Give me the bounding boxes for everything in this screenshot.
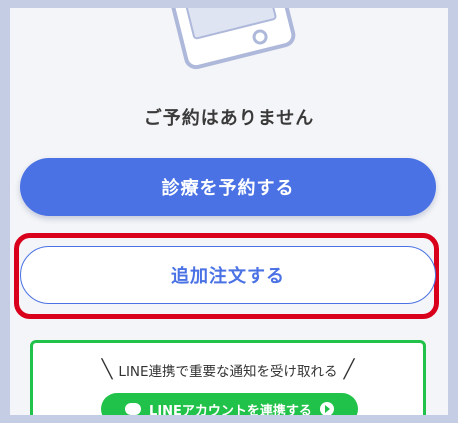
empty-state-message: ご予約はありません [143, 108, 315, 129]
line-link-button-label: LINEアカウントを連携する [149, 403, 312, 416]
line-link-panel: ╲ LINE連携で重要な通知を受け取れる ╱ LINEアカウントを連携する [30, 340, 426, 415]
caption-left-slash: ╲ [101, 359, 113, 380]
additional-order-button[interactable]: 追加注文する [20, 246, 436, 304]
line-caption-text: LINE連携で重要な通知を受け取れる [118, 363, 338, 380]
arrow-circle-icon [319, 402, 334, 415]
line-chat-icon [125, 403, 142, 415]
reserve-button-label: 診療を予約する [161, 178, 295, 199]
smartphone-illustration-icon [167, 8, 296, 70]
app-frame: ご予約はありません 診療を予約する 追加注文する ╲ LINE連携で重要な通知を… [10, 8, 448, 415]
line-link-button[interactable]: LINEアカウントを連携する [101, 393, 358, 415]
reserve-button[interactable]: 診療を予約する [20, 158, 436, 216]
additional-order-button-label: 追加注文する [171, 266, 285, 287]
line-caption-row: ╲ LINE連携で重要な通知を受け取れる ╱ [33, 359, 423, 380]
caption-right-slash: ╱ [343, 359, 355, 380]
